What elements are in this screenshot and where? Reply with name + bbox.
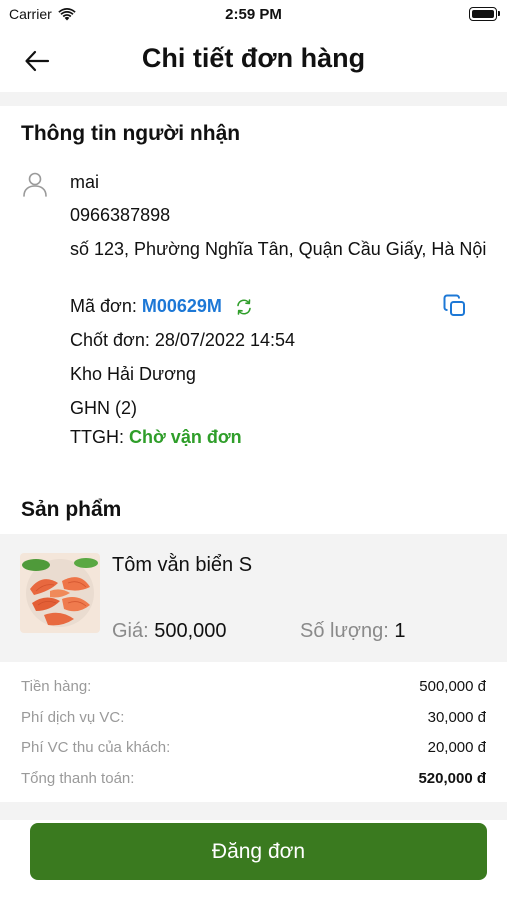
recipient-address: số 123, Phường Nghĩa Tân, Quận Cầu Giấy,… xyxy=(70,239,487,259)
delivery-status-value: Chờ vận đơn xyxy=(129,427,242,447)
order-code-value[interactable]: M00629M xyxy=(142,296,222,316)
delivery-status-label: TTGH: xyxy=(70,427,124,447)
summary-row-service-fee: Phí dịch vụ VC: 30,000 đ xyxy=(21,709,486,733)
product-price-value: 500,000 xyxy=(154,620,227,642)
order-closed-label: Chốt đơn: xyxy=(70,330,150,350)
order-code-label: Mã đơn: xyxy=(70,296,137,316)
product-price-label: Giá: xyxy=(112,620,149,642)
summary-label: Phí dịch vụ VC: xyxy=(21,709,125,726)
product-price: Giá: 500,000 xyxy=(112,620,227,643)
product-quantity-label: Số lượng: xyxy=(300,620,389,642)
summary-value: 20,000 đ xyxy=(427,739,486,756)
product-quantity-value: 1 xyxy=(394,620,406,642)
order-closed-value: 28/07/2022 14:54 xyxy=(154,330,296,350)
summary-label: Tiền hàng: xyxy=(21,678,92,695)
recipient-name: mai xyxy=(70,172,100,192)
divider xyxy=(0,92,507,106)
warehouse: Kho Hải Dương xyxy=(70,364,196,384)
summary-row-total: Tổng thanh toán: 520,000 đ xyxy=(21,770,486,794)
product-name: Tôm vằn biển S xyxy=(112,554,253,576)
recipient-section-title: Thông tin người nhận xyxy=(21,122,241,145)
sync-icon[interactable] xyxy=(235,298,253,316)
order-code-row: Mã đơn: M00629M xyxy=(70,294,253,318)
delivery-status-row: TTGH: Chờ vận đơn xyxy=(70,425,242,449)
person-icon xyxy=(23,172,47,197)
status-time: 2:59 PM xyxy=(225,6,282,23)
summary-row-customer-shipping-fee: Phí VC thu của khách: 20,000 đ xyxy=(21,739,486,763)
product-image xyxy=(20,553,100,633)
product-quantity: Số lượng: 1 xyxy=(300,620,405,643)
summary-value: 30,000 đ xyxy=(427,709,486,726)
products-section-title: Sản phẩm xyxy=(21,498,122,521)
divider xyxy=(0,802,507,820)
carrier-service: GHN (2) xyxy=(70,398,137,418)
battery-icon xyxy=(469,7,500,21)
copy-icon[interactable] xyxy=(442,293,468,319)
nav-header: Chi tiết đơn hàng xyxy=(0,30,507,92)
summary-row-subtotal: Tiền hàng: 500,000 đ xyxy=(21,678,486,702)
summary-label: Phí VC thu của khách: xyxy=(21,739,171,756)
summary-value: 500,000 đ xyxy=(419,678,486,695)
recipient-phone: 0966387898 xyxy=(70,205,171,225)
status-bar: Carrier 2:59 PM xyxy=(0,0,507,30)
summary-total-value: 520,000 đ xyxy=(418,770,486,787)
product-card[interactable]: Tôm vằn biển S Giá: 500,000 Số lượng: 1 xyxy=(0,534,507,662)
page-title: Chi tiết đơn hàng xyxy=(141,43,366,73)
order-closed-row: Chốt đơn: 28/07/2022 14:54 xyxy=(70,328,295,352)
submit-order-button[interactable]: Đăng đơn xyxy=(30,823,487,880)
summary-label: Tổng thanh toán: xyxy=(21,770,135,787)
